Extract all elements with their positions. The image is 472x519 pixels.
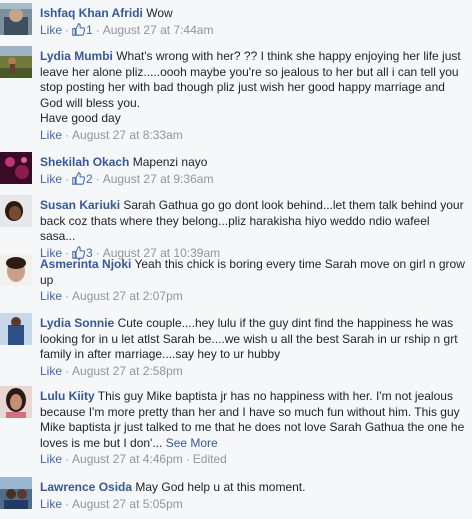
comment-text: Mapenzi nayo xyxy=(132,155,208,169)
avatar[interactable] xyxy=(0,46,32,78)
comment-meta: Like · August 27 at 2:58pm xyxy=(40,363,183,378)
comment-author[interactable]: Lawrence Osida xyxy=(40,480,132,494)
see-more-link[interactable]: See More xyxy=(166,436,218,450)
comment-author[interactable]: Lydia Sonnie xyxy=(40,316,114,330)
like-link[interactable]: Like xyxy=(40,497,62,511)
avatar[interactable] xyxy=(0,477,32,509)
comment-timestamp[interactable]: August 27 at 9:36am xyxy=(103,172,214,186)
like-link[interactable]: Like xyxy=(40,172,62,186)
like-link[interactable]: Like xyxy=(40,364,62,378)
comment-meta: Like · August 27 at 2:07pm xyxy=(40,289,183,303)
comment-meta: Like · August 27 at 4:46pm · Edited xyxy=(40,452,227,466)
comment-text: May God help u at this moment. xyxy=(135,480,306,494)
comment-timestamp[interactable]: August 27 at 5:05pm xyxy=(72,497,183,511)
comment-author[interactable]: Asmerinta Njoki xyxy=(40,257,131,271)
comment-author[interactable]: Lydia Mumbi xyxy=(40,49,113,63)
like-link[interactable]: Like xyxy=(40,289,62,303)
comment-author[interactable]: Lulu Kiity xyxy=(40,389,95,403)
avatar[interactable] xyxy=(0,195,32,227)
comment-author[interactable]: Susan Kariuki xyxy=(40,198,120,212)
comment-timestamp[interactable]: August 27 at 2:58pm xyxy=(72,364,183,378)
comment-timestamp[interactable]: August 27 at 7:44am xyxy=(103,23,214,37)
comment-meta: Like · 2 · August 27 at 9:36am xyxy=(40,172,468,189)
thumbs-up-icon xyxy=(72,171,86,189)
avatar[interactable] xyxy=(0,152,32,184)
comment-timestamp[interactable]: August 27 at 8:33am xyxy=(72,128,183,142)
avatar[interactable] xyxy=(0,313,32,345)
like-link[interactable]: Like xyxy=(40,23,62,37)
comment-text: This guy Mike baptista jr has no happine… xyxy=(40,389,465,450)
avatar[interactable] xyxy=(0,3,32,35)
comment-text: Wow xyxy=(146,6,173,20)
edited-label[interactable]: Edited xyxy=(193,452,227,466)
comment-author[interactable]: Ishfaq Khan Afridi xyxy=(40,6,143,20)
comment-author[interactable]: Shekilah Okach xyxy=(40,155,129,169)
like-link[interactable]: Like xyxy=(40,452,62,466)
comment-text-line: Have good day xyxy=(40,111,121,125)
comment-timestamp[interactable]: August 27 at 4:46pm xyxy=(72,452,183,466)
like-count[interactable]: 1 xyxy=(86,23,93,37)
like-count[interactable]: 2 xyxy=(86,172,93,186)
comment-meta: Like · August 27 at 8:33am xyxy=(40,127,183,142)
thumbs-up-icon xyxy=(72,22,86,40)
avatar[interactable] xyxy=(0,254,32,286)
avatar[interactable] xyxy=(0,386,32,418)
comment-meta: Like · 1 · August 27 at 7:44am xyxy=(40,23,468,40)
like-link[interactable]: Like xyxy=(40,128,62,142)
comment-timestamp[interactable]: August 27 at 2:07pm xyxy=(72,289,183,303)
comment-meta: Like · August 27 at 5:05pm xyxy=(40,496,183,511)
